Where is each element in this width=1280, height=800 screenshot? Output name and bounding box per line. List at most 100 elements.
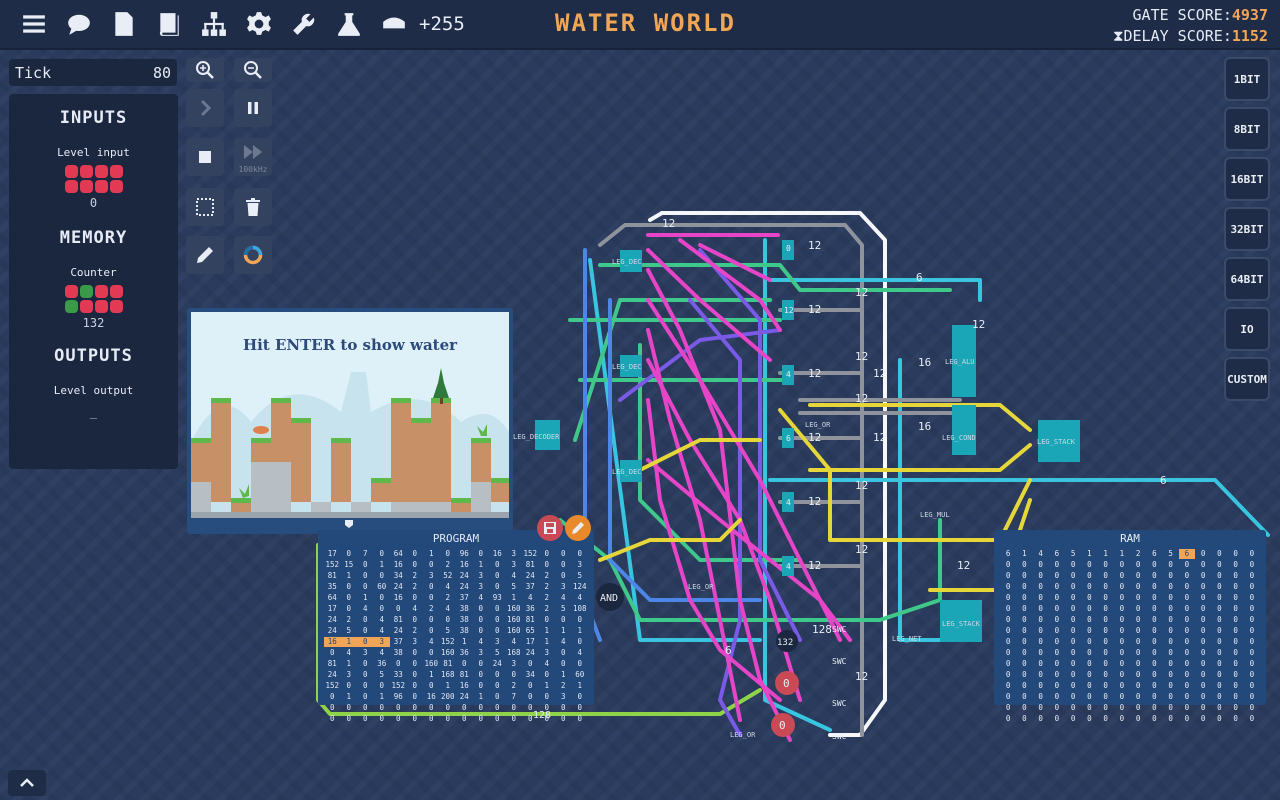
ram-cell: 0 bbox=[1184, 703, 1190, 712]
ram-cell: 0 bbox=[1249, 604, 1255, 613]
pencil-button[interactable] bbox=[186, 236, 224, 274]
program-cell: 0 bbox=[346, 714, 351, 723]
ram-cell: 0 bbox=[1217, 670, 1222, 679]
ram-cell: 0 bbox=[1168, 604, 1173, 613]
stop-button[interactable] bbox=[186, 138, 224, 176]
ram-cell: 0 bbox=[1249, 615, 1255, 624]
program-cell: 0 bbox=[494, 615, 500, 624]
program-cell: 0 bbox=[412, 681, 417, 690]
ram-cell: 0 bbox=[1135, 692, 1141, 701]
palette-16bit-button[interactable]: 16BIT bbox=[1224, 157, 1270, 201]
wrench-icon[interactable] bbox=[288, 8, 320, 40]
palette-32bit-button[interactable]: 32BIT bbox=[1224, 207, 1270, 251]
ram-cell: 0 bbox=[1087, 582, 1092, 591]
program-cell: 0 bbox=[577, 703, 582, 712]
color-wheel-button[interactable] bbox=[234, 236, 272, 274]
ram-cell: 0 bbox=[1233, 582, 1238, 591]
inputs-heading: INPUTS bbox=[59, 108, 128, 128]
save-program-button[interactable] bbox=[537, 515, 563, 541]
program-cell: 0 bbox=[494, 681, 500, 690]
palette-io-button[interactable]: IO bbox=[1224, 307, 1270, 351]
program-cell: 1 bbox=[461, 637, 467, 646]
palette-8bit-button[interactable]: 8BIT bbox=[1224, 107, 1270, 151]
ram-cell: 0 bbox=[1249, 648, 1255, 657]
ram-cell: 0 bbox=[1022, 637, 1027, 646]
program-cell: 93 bbox=[492, 593, 502, 602]
program-cell: 0 bbox=[362, 703, 368, 712]
ram-cell: 1 bbox=[1022, 549, 1027, 558]
scanner-icon[interactable] bbox=[378, 8, 410, 40]
program-cell: 0 bbox=[478, 714, 483, 723]
program-cell: 24 bbox=[327, 670, 337, 679]
ram-cell: 0 bbox=[1022, 692, 1027, 701]
hourglass-icon: ⧗ bbox=[1112, 27, 1124, 45]
program-cell: 3 bbox=[478, 582, 483, 591]
program-cell: 0 bbox=[527, 714, 533, 723]
ram-cell: 0 bbox=[1005, 637, 1011, 646]
edit-program-button[interactable] bbox=[565, 515, 591, 541]
program-grid: 17 0 7 0 64 0 1 0 96 0 16 3 152 0 0 0 152 15 0 1 16 0 0 2 16 1 0 3 8… bbox=[324, 549, 588, 724]
program-cell: 0 bbox=[428, 626, 434, 635]
program-cell: 0 bbox=[362, 681, 368, 690]
book-icon[interactable] bbox=[153, 8, 185, 40]
program-cell: 38 bbox=[459, 604, 469, 613]
ram-cell: 0 bbox=[1217, 560, 1222, 569]
program-cell: 1 bbox=[428, 670, 434, 679]
ram-cell: 0 bbox=[1168, 692, 1173, 701]
menu-icon[interactable] bbox=[18, 8, 50, 40]
select-button[interactable] bbox=[186, 188, 224, 226]
program-cell: 1 bbox=[379, 692, 384, 701]
ram-cell: 0 bbox=[1168, 670, 1173, 679]
program-cell: 0 bbox=[412, 615, 417, 624]
program-cell: 2 bbox=[544, 604, 549, 613]
zoom-out-button[interactable] bbox=[234, 58, 272, 82]
program-cell: 4 bbox=[445, 582, 450, 591]
program-cell: 0 bbox=[395, 604, 401, 613]
expand-button[interactable] bbox=[8, 770, 46, 796]
program-memory-panel[interactable]: PROGRAM 17 0 7 0 64 0 1 0 96 0 16 3 152 0 0 0 152 15 0 1 16 0… bbox=[318, 530, 594, 723]
ram-cell: 0 bbox=[1249, 670, 1255, 679]
trash-icon bbox=[246, 198, 260, 216]
ram-cell: 0 bbox=[1184, 670, 1190, 679]
program-cell: 0 bbox=[395, 703, 401, 712]
level-title: WATER WORLD bbox=[555, 9, 736, 37]
ram-cell: 0 bbox=[1054, 703, 1060, 712]
pause-button[interactable] bbox=[234, 89, 272, 127]
hierarchy-icon[interactable] bbox=[198, 8, 230, 40]
program-cell: 1 bbox=[346, 571, 351, 580]
ram-cell: 0 bbox=[1200, 637, 1206, 646]
ram-cell: 0 bbox=[1168, 582, 1173, 591]
ram-cell: 0 bbox=[1103, 648, 1108, 657]
step-button[interactable] bbox=[186, 89, 224, 127]
palette-custom-button[interactable]: CUSTOM bbox=[1224, 357, 1270, 401]
program-cell: 0 bbox=[412, 670, 417, 679]
document-icon[interactable] bbox=[108, 8, 140, 40]
ram-cell: 0 bbox=[1054, 626, 1060, 635]
palette-1bit-button[interactable]: 1BIT bbox=[1224, 57, 1270, 101]
ram-panel[interactable]: RAM 614651112656000000000000000000000000… bbox=[994, 530, 1266, 723]
ram-cell: 0 bbox=[1184, 571, 1190, 580]
program-cell: 64 bbox=[327, 593, 337, 602]
chat-icon[interactable] bbox=[63, 8, 95, 40]
ram-cell: 0 bbox=[1087, 626, 1092, 635]
program-cell: 24 bbox=[525, 648, 535, 657]
flask-icon[interactable] bbox=[333, 8, 365, 40]
gear-icon[interactable] bbox=[243, 8, 275, 40]
program-cell: 0 bbox=[428, 714, 434, 723]
delete-button[interactable] bbox=[234, 188, 272, 226]
ram-cell: 0 bbox=[1022, 571, 1027, 580]
palette-64bit-button[interactable]: 64BIT bbox=[1224, 257, 1270, 301]
zoom-in-button[interactable] bbox=[186, 58, 224, 82]
io-panel: INPUTS Level input 0 MEMORY Counter 132 … bbox=[9, 94, 178, 469]
level-preview[interactable]: Hit ENTER to show water bbox=[187, 308, 513, 534]
ram-cell: 0 bbox=[1022, 648, 1027, 657]
ram-cell: 0 bbox=[1103, 582, 1108, 591]
program-cell: 0 bbox=[379, 604, 384, 613]
program-cell: 81 bbox=[525, 615, 535, 624]
ram-cell: 0 bbox=[1168, 560, 1173, 569]
fast-forward-button[interactable]: 100kHz bbox=[234, 138, 272, 176]
program-cell: 160 bbox=[424, 659, 439, 668]
ram-cell: 6 bbox=[1005, 549, 1011, 558]
program-cell: 0 bbox=[544, 560, 549, 569]
ram-cell: 0 bbox=[1135, 615, 1141, 624]
